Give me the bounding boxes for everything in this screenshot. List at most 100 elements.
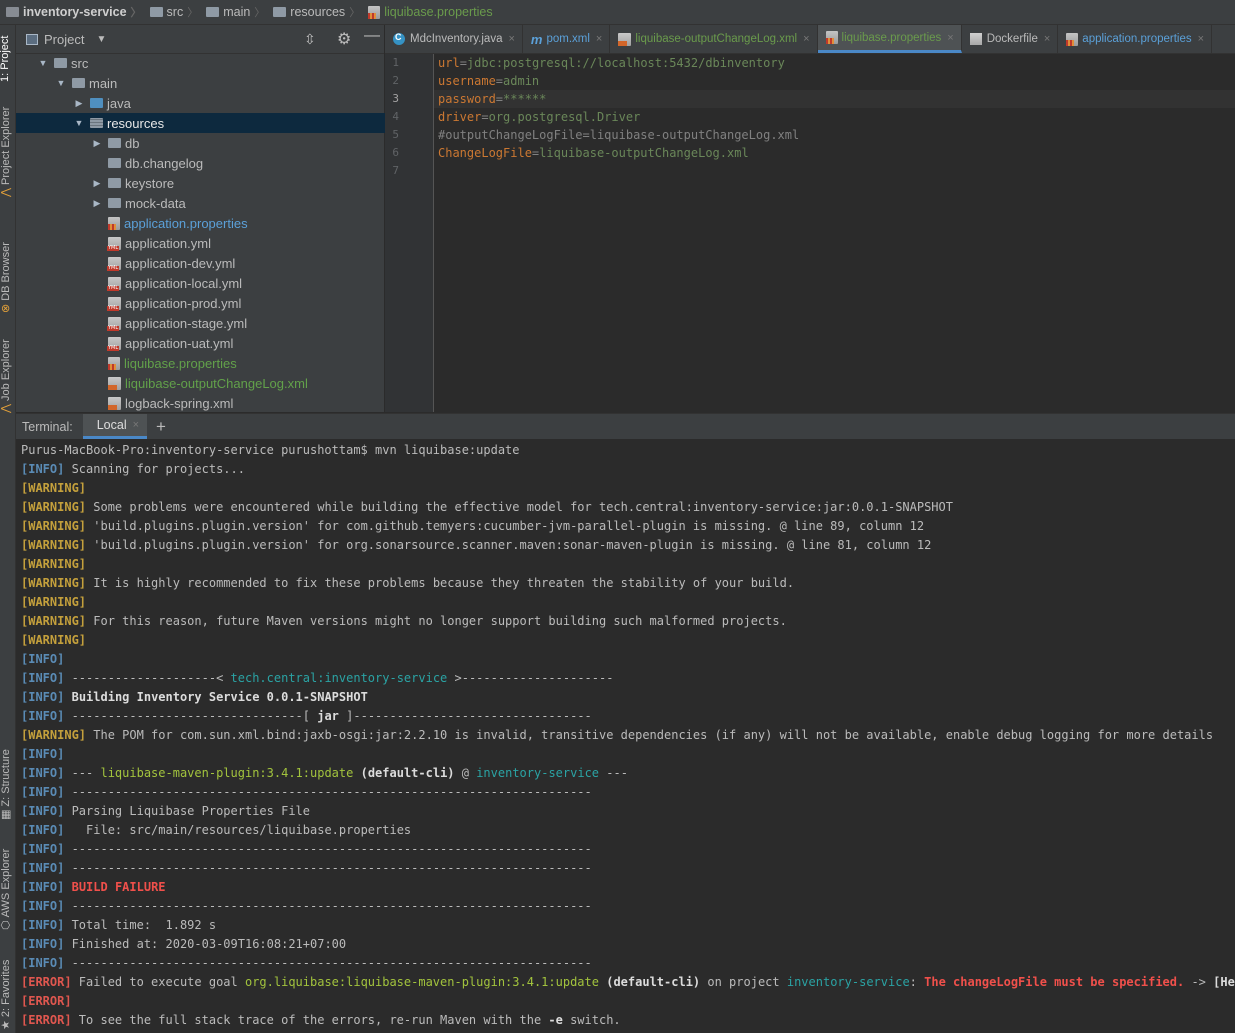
property-key: url xyxy=(438,56,460,70)
favorites-tool-tab[interactable]: ★ 2: Favorites xyxy=(0,960,12,1030)
line-number: 7 xyxy=(392,164,399,177)
log-level-tag: [INFO] xyxy=(21,652,65,666)
log-level-tag: [INFO] xyxy=(21,823,65,837)
breadcrumb-item[interactable]: inventory-service 〉 xyxy=(0,4,144,20)
new-terminal-button[interactable]: + xyxy=(156,417,166,437)
terminal-text: (default-cli) xyxy=(606,975,701,989)
chevron-right-icon[interactable]: ▶ xyxy=(90,178,104,189)
terminal-text: @ xyxy=(454,766,477,780)
terminal-text: : xyxy=(909,975,925,989)
log-level-tag: [WARNING] xyxy=(21,557,87,571)
class-icon xyxy=(393,32,405,45)
property-separator: = xyxy=(495,92,504,106)
terminal-line: [ERROR] xyxy=(21,992,72,1011)
chevron-right-icon[interactable]: ▶ xyxy=(90,138,104,149)
current-line-highlight xyxy=(434,90,1235,108)
terminal-text: Finished at: 2020-03-09T16:08:21+07:00 xyxy=(64,937,347,951)
tree-item[interactable]: ▼ src xyxy=(16,53,404,73)
tree-item[interactable]: ▼ resources xyxy=(16,113,440,133)
yml-file-icon xyxy=(107,236,121,251)
db-browser-icon: ⊗ xyxy=(0,303,12,313)
collapse-all-icon[interactable]: ⇳ xyxy=(304,31,316,48)
breadcrumb-item[interactable]: src 〉 xyxy=(144,4,201,20)
log-level-tag: [INFO] xyxy=(21,956,65,970)
close-icon[interactable]: × xyxy=(1198,33,1204,45)
code-line: ChangeLogFile=liquibase-outputChangeLog.… xyxy=(438,144,749,162)
yml-file-icon xyxy=(107,336,121,351)
editor-tab[interactable]: Dockerfile × xyxy=(962,25,1059,53)
job-explorer-tool-tab[interactable]: ⋀ Job Explorer xyxy=(0,339,12,413)
project-tool-tab[interactable]: 1: Project xyxy=(0,36,11,82)
terminal-line: [INFO] Parsing Liquibase Properties File xyxy=(21,802,310,821)
project-view-selector[interactable]: Project xyxy=(44,32,84,47)
chevron-right-icon[interactable]: ▶ xyxy=(90,198,104,209)
code-comment: #outputChangeLogFile=liquibase-outputCha… xyxy=(438,128,800,142)
log-level-tag: [WARNING] xyxy=(21,576,87,590)
breadcrumb-item[interactable]: main 〉 xyxy=(200,4,267,20)
db-browser-tool-tab[interactable]: ⊗ DB Browser xyxy=(0,242,12,313)
close-icon[interactable]: × xyxy=(596,33,602,45)
close-icon[interactable]: × xyxy=(1044,33,1050,45)
aws-icon: ⬡ xyxy=(0,920,12,930)
star-icon: ★ xyxy=(0,1020,12,1030)
terminal-output[interactable]: Purus-MacBook-Pro:inventory-service puru… xyxy=(16,439,1235,1033)
terminal-line: [ERROR] Failed to execute goal org.liqui… xyxy=(21,973,1235,992)
close-icon[interactable]: × xyxy=(133,419,139,431)
chevron-down-icon[interactable]: ▼ xyxy=(54,78,68,88)
terminal-text: -> xyxy=(1184,975,1214,989)
editor-tab[interactable]: m pom.xml × xyxy=(523,25,611,53)
chevron-down-icon[interactable]: ▼ xyxy=(72,118,86,128)
property-key: password xyxy=(438,92,496,106)
code-line: #outputChangeLogFile=liquibase-outputCha… xyxy=(438,126,799,144)
project-explorer-label: Project Explorer xyxy=(0,106,12,185)
log-level-tag: [WARNING] xyxy=(21,519,87,533)
hide-panel-icon[interactable]: — xyxy=(364,27,380,45)
chevron-right-icon[interactable]: ▶ xyxy=(72,98,86,109)
terminal-text: To see the full stack trace of the error… xyxy=(71,1013,549,1027)
close-icon[interactable]: × xyxy=(803,33,809,45)
breadcrumb-item[interactable]: liquibase.properties xyxy=(362,5,494,19)
editor-tab[interactable]: MdcInventory.java × xyxy=(385,25,523,53)
terminal-line: [WARNING] The POM for com.sun.xml.bind:j… xyxy=(21,726,1213,745)
terminal-tab-local[interactable]: Local × xyxy=(82,414,148,439)
terminal-line: [INFO] BUILD FAILURE xyxy=(21,878,166,897)
code-editor[interactable]: url=jdbc:postgresql://localhost:5432/dbi… xyxy=(434,54,1235,412)
log-level-tag: [INFO] xyxy=(21,918,65,932)
db-browser-label: DB Browser xyxy=(0,242,12,301)
tree-item[interactable]: ▶ java xyxy=(16,93,440,113)
chevron-down-icon[interactable]: ▼ xyxy=(96,34,106,45)
terminal-text: Purus-MacBook-Pro:inventory-service puru… xyxy=(21,443,520,457)
chevron-down-icon[interactable]: ▼ xyxy=(36,58,50,68)
yml-file-icon xyxy=(107,296,121,311)
terminal-text: --- xyxy=(599,766,628,780)
folder-icon xyxy=(273,7,287,17)
close-icon[interactable]: × xyxy=(508,33,514,45)
property-key: driver xyxy=(438,110,482,124)
editor-tab-bar: MdcInventory.java×mpom.xml×liquibase-out… xyxy=(385,25,1235,54)
tree-item-label: keystore xyxy=(125,175,175,191)
log-level-tag: [INFO] xyxy=(21,462,65,476)
xml-file-icon xyxy=(108,376,121,390)
property-key: username xyxy=(438,74,496,88)
editor-tab[interactable]: liquibase-outputChangeLog.xml × xyxy=(610,25,818,53)
favorites-label: 2: Favorites xyxy=(0,959,12,1018)
close-icon[interactable]: × xyxy=(947,32,953,44)
aws-explorer-tool-tab[interactable]: ⬡ AWS Explorer xyxy=(0,849,12,930)
breadcrumb-label: resources xyxy=(290,5,346,19)
terminal-line: [INFO] --------------------< tech.centra… xyxy=(21,669,613,688)
log-level-tag: [INFO] xyxy=(21,937,65,951)
tree-item[interactable]: ▼ main xyxy=(16,73,422,93)
gear-icon[interactable]: ⚙ xyxy=(337,29,351,49)
editor-tab[interactable]: application.properties × xyxy=(1058,25,1213,53)
editor-tab[interactable]: liquibase.properties × xyxy=(817,25,962,53)
terminal-text: jar xyxy=(317,709,339,723)
structure-tool-tab[interactable]: ▦ Z: Structure xyxy=(0,749,12,820)
terminal-text: tech.central:inventory-service xyxy=(230,671,448,685)
editor-tab-label: MdcInventory.java xyxy=(410,33,503,45)
breadcrumb-item[interactable]: resources 〉 xyxy=(267,4,362,20)
project-explorer-tool-tab[interactable]: ⋀ Project Explorer xyxy=(0,107,12,197)
log-level-tag: [INFO] xyxy=(21,842,65,856)
log-level-tag: [INFO] xyxy=(21,899,65,913)
line-number: 5 xyxy=(392,128,399,141)
